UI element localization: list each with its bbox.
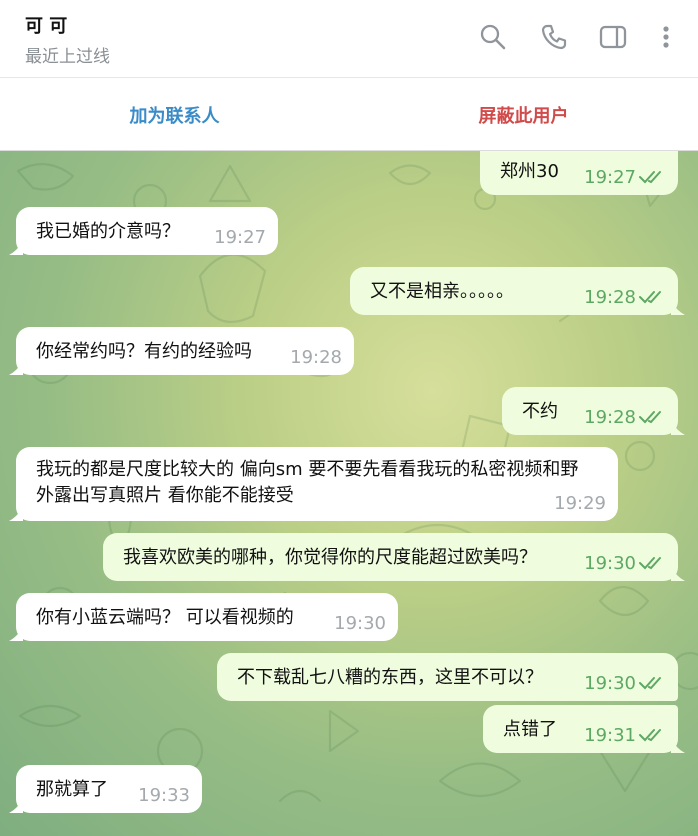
message-text: 你有小蓝云端吗？ 可以看视频的 [36, 607, 294, 628]
bubble-tail [671, 421, 685, 435]
bubble-tail [671, 301, 685, 315]
read-receipt-icon [639, 677, 661, 690]
read-receipt-icon [639, 291, 661, 304]
bubble-tail [671, 567, 685, 581]
message-bubble-outgoing[interactable]: 不下载乱七八糟的东西，这里不可以？ 19:30 [217, 653, 678, 701]
message-text: 我玩的都是尺度比较大的 偏向sm 要不要先看看我玩的私密视频和野外露出写真照片 … [36, 459, 579, 506]
message-time: 19:33 [138, 785, 190, 806]
bubble-tail [9, 507, 23, 521]
bubble-tail [9, 361, 23, 375]
message-text: 那就算了 [36, 779, 108, 800]
message-time: 19:29 [554, 493, 606, 514]
message-text: 不下载乱七八糟的东西，这里不可以？ [237, 667, 543, 688]
more-vertical-icon[interactable] [649, 20, 683, 54]
message-text: 你经常约吗？有约的经验吗 [36, 341, 252, 362]
block-user-button[interactable]: 屏蔽此用户 [349, 78, 698, 151]
message-bubble-outgoing[interactable]: 我喜欢欧美的哪种，你觉得你的尺度能超过欧美吗？ 19:30 [103, 533, 685, 581]
contact-action-bar: 加为联系人 屏蔽此用户 [0, 78, 698, 151]
chat-header: 可 可 最近上过线 [0, 0, 698, 78]
bubble-tail [9, 241, 23, 255]
search-icon[interactable] [476, 20, 510, 54]
message-text: 我已婚的介意吗？ [36, 221, 180, 242]
message-time: 19:30 [584, 553, 636, 574]
message-bubble-incoming[interactable]: 那就算了 19:33 [9, 765, 202, 813]
bubble-tail [9, 627, 23, 641]
message-bubble-incoming[interactable]: 我玩的都是尺度比较大的 偏向sm 要不要先看看我玩的私密视频和野外露出写真照片 … [9, 447, 618, 521]
message-bubble-incoming[interactable]: 我已婚的介意吗？ 19:27 [9, 207, 278, 255]
message-time: 19:28 [290, 347, 342, 368]
read-receipt-icon [639, 729, 661, 742]
message-list[interactable]: 郑州30 19:27 我已婚的介意吗？ 19:27 又不是相亲。。。。。 19:… [0, 151, 698, 836]
sidebar-toggle-icon[interactable] [596, 20, 630, 54]
message-time: 19:28 [584, 407, 636, 428]
message-bubble-outgoing[interactable]: 郑州30 19:27 [480, 151, 678, 195]
message-bubble-outgoing[interactable]: 又不是相亲。。。。。 19:28 [350, 267, 685, 315]
message-time: 19:30 [334, 613, 386, 634]
message-bubble-outgoing[interactable]: 点错了 19:31 [483, 705, 685, 753]
message-text: 不约 [522, 401, 558, 422]
message-bubble-incoming[interactable]: 你有小蓝云端吗？ 可以看视频的 19:30 [9, 593, 398, 641]
phone-icon[interactable] [537, 20, 571, 54]
message-text: 点错了 [503, 719, 557, 740]
bubble-tail [671, 739, 685, 753]
message-time: 19:28 [584, 287, 636, 308]
read-receipt-icon [639, 557, 661, 570]
message-text: 郑州30 [500, 161, 559, 182]
read-receipt-icon [639, 411, 661, 424]
message-text: 又不是相亲。。。。。 [370, 281, 514, 302]
add-contact-button[interactable]: 加为联系人 [0, 78, 349, 151]
message-text: 我喜欢欧美的哪种，你觉得你的尺度能超过欧美吗？ [123, 547, 537, 568]
message-time: 19:30 [584, 673, 636, 694]
message-time: 19:27 [214, 227, 266, 248]
message-bubble-outgoing[interactable]: 不约 19:28 [502, 387, 685, 435]
last-seen-status: 最近上过线 [25, 47, 110, 67]
message-time: 19:31 [584, 725, 636, 746]
contact-name[interactable]: 可 可 [25, 12, 67, 38]
message-time: 19:27 [584, 167, 636, 188]
bubble-tail [9, 799, 23, 813]
message-bubble-incoming[interactable]: 你经常约吗？有约的经验吗 19:28 [9, 327, 354, 375]
read-receipt-icon [639, 171, 661, 184]
